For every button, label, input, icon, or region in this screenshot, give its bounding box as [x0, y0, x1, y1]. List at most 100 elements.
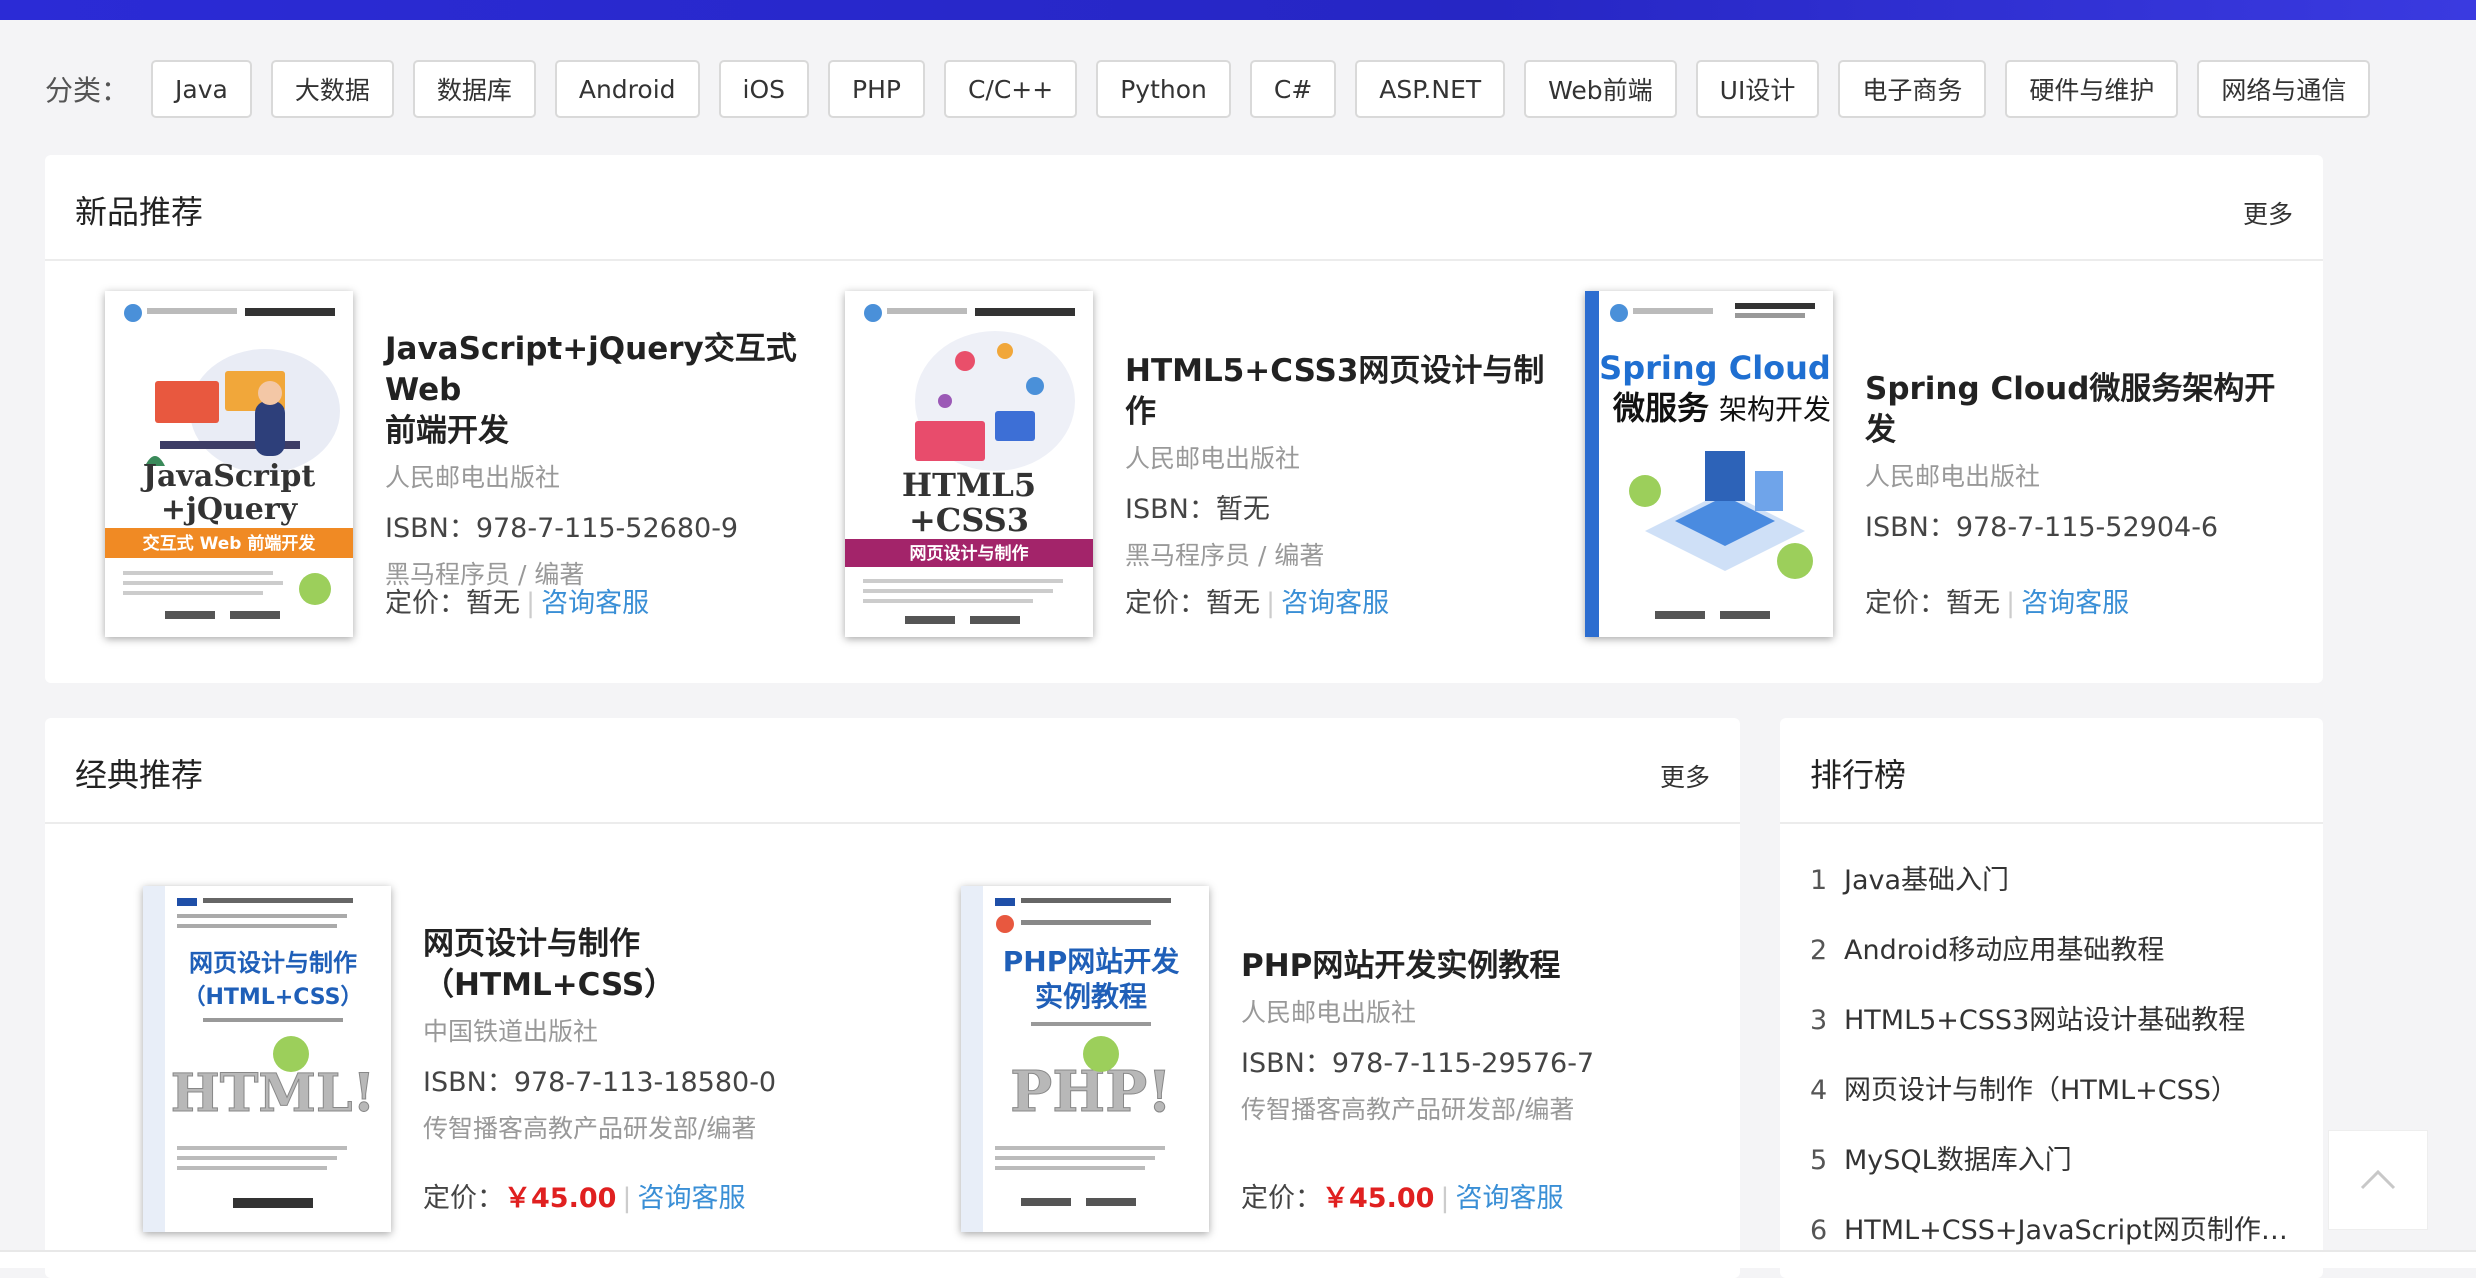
book-title[interactable]: Spring Cloud微服务架构开发	[1865, 369, 2305, 451]
book-publisher: 人民邮电出版社	[1865, 462, 2041, 491]
category-android[interactable]: Android	[554, 60, 700, 118]
category-database[interactable]: 数据库	[412, 60, 536, 118]
new-books-more-link[interactable]: 更多	[2243, 195, 2293, 231]
book-isbn: ISBN：978-7-115-52680-9	[385, 513, 739, 544]
book-title[interactable]: HTML5+CSS3网页设计与制作	[1125, 351, 1565, 433]
book-publisher: 人民邮电出版社	[1125, 444, 1301, 473]
new-books-panel: 新品推荐 更多 JavaScript +jQuery 交互式 Web 前端开发	[45, 155, 2323, 683]
price-separator: |	[526, 588, 536, 619]
ranking-book-title[interactable]: Java基础入门	[1844, 865, 2009, 896]
new-books-header: 新品推荐 更多	[45, 155, 2323, 261]
book-title-line1[interactable]: 网页设计与制作	[423, 924, 863, 965]
cover-title-line1: JavaScript	[140, 459, 316, 494]
category-ui-design[interactable]: UI设计	[1695, 60, 1820, 118]
ranking-book-title[interactable]: HTML+CSS+JavaScript网页制作…	[1844, 1215, 2288, 1246]
book-info: Spring Cloud微服务架构开发 人民邮电出版社 ISBN：978-7-1…	[1865, 369, 2305, 544]
consult-service-link[interactable]: 咨询客服	[1456, 1183, 1564, 1214]
ranking-number: 5	[1810, 1145, 1828, 1176]
back-to-top-button[interactable]	[2328, 1130, 2428, 1230]
book-cover-art: JavaScript +jQuery 交互式 Web 前端开发	[105, 291, 353, 637]
category-ecommerce[interactable]: 电子商务	[1838, 60, 1987, 118]
cover-title-line2: 实例教程	[1035, 980, 1147, 1013]
price-label: 定价：	[1865, 588, 1946, 619]
book-isbn: ISBN：978-7-115-29576-7	[1241, 1048, 1595, 1079]
ranking-book-title[interactable]: HTML5+CSS3网站设计基础教程	[1844, 1005, 2245, 1036]
ranking-number: 3	[1810, 1005, 1828, 1036]
category-hardware[interactable]: 硬件与维护	[2005, 60, 2179, 118]
book-price-row: 定价：暂无 | 咨询客服	[1865, 581, 2129, 620]
book-cover-art: PHP网站开发 实例教程 PHP!	[961, 886, 1209, 1232]
ranking-item[interactable]: 3 HTML5+CSS3网站设计基础教程	[1810, 998, 2245, 1037]
ranking-item[interactable]: 1 Java基础入门	[1810, 858, 2009, 897]
category-label: 分类：	[45, 74, 130, 107]
book-title-line2[interactable]: 前端开发	[385, 411, 825, 452]
cover-title-line1: 网页设计与制作	[189, 949, 357, 977]
cover-title-line1: HTML5	[902, 466, 1036, 504]
book-author: 传智播客高教产品研发部/编著	[1241, 1095, 1575, 1124]
page-bottom-edge	[0, 1250, 2476, 1268]
chevron-up-icon	[2360, 1169, 2396, 1190]
book-info: PHP网站开发实例教程 人民邮电出版社 ISBN：978-7-115-29576…	[1241, 946, 1681, 1126]
consult-service-link[interactable]: 咨询客服	[2021, 588, 2129, 619]
category-bigdata[interactable]: 大数据	[270, 60, 394, 118]
ranking-book-title[interactable]: 网页设计与制作（HTML+CSS）	[1844, 1075, 2238, 1106]
book-author: 传智播客高教产品研发部/编著	[423, 1114, 757, 1143]
book-price-row: 定价：暂无 | 咨询客服	[385, 581, 649, 620]
consult-service-link[interactable]: 咨询客服	[1281, 588, 1389, 619]
consult-service-link[interactable]: 咨询客服	[541, 588, 649, 619]
book-cover-art: HTML5 +CSS3 网页设计与制作	[845, 291, 1093, 637]
category-network[interactable]: 网络与通信	[2197, 60, 2371, 118]
category-web-frontend[interactable]: Web前端	[1524, 60, 1677, 118]
cover-title-line2b: 架构开发	[1719, 393, 1831, 426]
price-label: 定价：	[1241, 1183, 1322, 1214]
classic-books-panel: 经典推荐 更多 网页设计与制作 （HTML+CSS） HTML! 网页设计与制作…	[45, 718, 1740, 1278]
cover-title-line2: （HTML+CSS）	[183, 985, 362, 1010]
book-cover-image[interactable]: 网页设计与制作 （HTML+CSS） HTML!	[143, 886, 391, 1232]
ranking-book-title[interactable]: MySQL数据库入门	[1844, 1145, 2072, 1176]
book-title[interactable]: JavaScript+jQuery交互式Web 前端开发	[385, 329, 825, 452]
price-value: 暂无	[1946, 588, 2000, 619]
price-label: 定价：	[385, 588, 466, 619]
book-cover-art: Spring Cloud 微服务 架构开发	[1585, 291, 1833, 637]
ranking-title: 排行榜	[1810, 756, 1907, 794]
price-value: ￥45.00	[504, 1183, 617, 1214]
consult-service-link[interactable]: 咨询客服	[638, 1183, 746, 1214]
category-csharp[interactable]: C#	[1249, 60, 1337, 118]
price-value: ￥45.00	[1322, 1183, 1435, 1214]
category-c-cpp[interactable]: C/C++	[943, 60, 1078, 118]
ranking-number: 4	[1810, 1075, 1828, 1106]
book-author: 黑马程序员 / 编著	[1125, 541, 1325, 570]
category-aspnet[interactable]: ASP.NET	[1355, 60, 1506, 118]
category-php[interactable]: PHP	[828, 60, 925, 118]
cover-title-line2: +CSS3	[909, 501, 1029, 539]
book-title-line2[interactable]: （HTML+CSS）	[423, 965, 863, 1006]
book-cover-image[interactable]: HTML5 +CSS3 网页设计与制作	[845, 291, 1093, 637]
book-title-line1[interactable]: JavaScript+jQuery交互式Web	[385, 329, 825, 411]
ranking-book-title[interactable]: Android移动应用基础教程	[1844, 935, 2164, 966]
book-isbn: ISBN：暂无	[1125, 494, 1270, 525]
category-python[interactable]: Python	[1096, 60, 1231, 118]
book-cover-image[interactable]: PHP网站开发 实例教程 PHP!	[961, 886, 1209, 1232]
book-title[interactable]: PHP网站开发实例教程	[1241, 946, 1681, 987]
book-cover-image[interactable]: JavaScript +jQuery 交互式 Web 前端开发	[105, 291, 353, 637]
book-price-row: 定价：￥45.00 | 咨询客服	[1241, 1176, 1564, 1215]
book-publisher: 人民邮电出版社	[385, 463, 561, 492]
book-title[interactable]: 网页设计与制作 （HTML+CSS）	[423, 924, 863, 1006]
book-isbn: ISBN：978-7-115-52904-6	[1865, 512, 2219, 543]
book-price-row: 定价：暂无 | 咨询客服	[1125, 581, 1389, 620]
ranking-item[interactable]: 2 Android移动应用基础教程	[1810, 928, 2164, 967]
ranking-item[interactable]: 6 HTML+CSS+JavaScript网页制作…	[1810, 1208, 2288, 1247]
classic-books-more-link[interactable]: 更多	[1660, 758, 1710, 794]
category-java[interactable]: Java	[151, 60, 252, 118]
book-cover-art: 网页设计与制作 （HTML+CSS） HTML!	[143, 886, 391, 1232]
cover-title-line1: Spring Cloud	[1599, 349, 1831, 387]
book-cover-image[interactable]: Spring Cloud 微服务 架构开发	[1585, 291, 1833, 637]
ranking-item[interactable]: 5 MySQL数据库入门	[1810, 1138, 2072, 1177]
price-separator: |	[1266, 588, 1276, 619]
book-publisher: 中国铁道出版社	[423, 1017, 599, 1046]
cover-band-text: 网页设计与制作	[910, 543, 1029, 564]
category-ios[interactable]: iOS	[718, 60, 810, 118]
ranking-item[interactable]: 4 网页设计与制作（HTML+CSS）	[1810, 1068, 2238, 1107]
price-value: 暂无	[466, 588, 520, 619]
cover-title-line2a: 微服务	[1612, 389, 1709, 427]
